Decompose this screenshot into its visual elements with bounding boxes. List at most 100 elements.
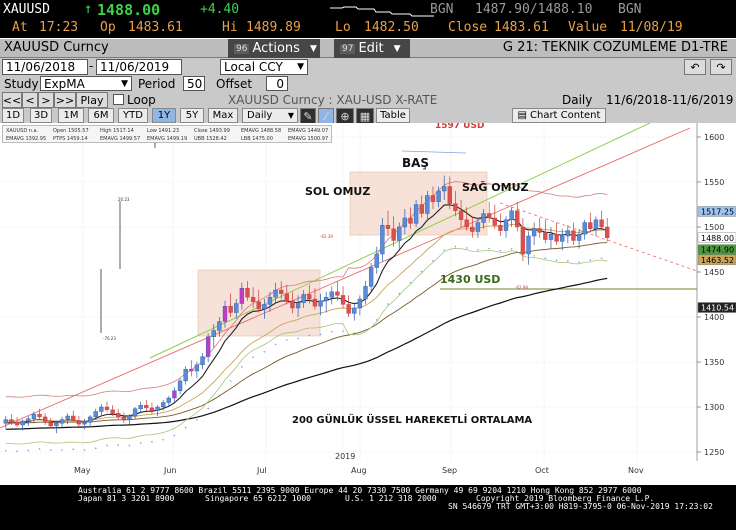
ptps-dot (38, 448, 41, 450)
bgn-label: BGN (430, 2, 454, 17)
range-5y[interactable]: 5Y (180, 108, 204, 123)
candle-body (605, 226, 610, 239)
edit-menu[interactable]: 97 Edit ▼ (334, 39, 410, 58)
dropdown-arrow-icon: ▼ (121, 79, 128, 89)
candle-body (301, 294, 306, 303)
high-label: Hi (222, 20, 238, 35)
zoom-icon[interactable]: ⊕ (336, 108, 354, 124)
play-button[interactable]: Play (76, 92, 108, 108)
range-3d[interactable]: 3D (30, 108, 52, 123)
range-6m[interactable]: 6M (88, 108, 114, 123)
undo-button[interactable]: ↶ (684, 59, 706, 75)
measure-label-b: -62.98 (515, 285, 528, 290)
offset-label: Offset (216, 77, 253, 91)
ptps-dot (184, 426, 187, 429)
edit-label: Edit (358, 41, 384, 56)
ptps-dot (465, 247, 468, 249)
measure-down-label: -70.23 (103, 336, 116, 341)
candle-body (492, 217, 497, 226)
period-select-value: Daily (247, 110, 273, 121)
footer-singapore: Singapore 65 6212 1000 (205, 494, 311, 503)
fast-forward-button[interactable]: >> (54, 92, 76, 108)
range-1m[interactable]: 1M (58, 108, 84, 123)
measure-label-a: -62.39 (320, 234, 333, 239)
draw-tool-icon[interactable]: ✎ (300, 108, 316, 124)
legend-item: Close 1493.99 (194, 128, 230, 134)
candle-body (374, 253, 379, 268)
loop-checkbox[interactable] (113, 94, 124, 105)
legend-item: EMAVG 1499.19 (147, 136, 188, 142)
actions-num: 96 (234, 43, 250, 54)
period-field[interactable]: 50 (183, 76, 205, 91)
edit-num: 97 (340, 43, 356, 54)
chart-content-button[interactable]: ▤ Chart Content (512, 108, 606, 123)
ptps-dot (5, 449, 7, 452)
ptps-dot (477, 249, 479, 251)
candle-body (20, 421, 25, 426)
step-forward-button[interactable]: > (38, 92, 54, 108)
start-date-field[interactable]: 11/06/2018 (2, 59, 88, 75)
ptps-dot (488, 247, 490, 250)
measure-up-label: 20.23 (118, 197, 130, 202)
price-chart[interactable]: 1250 1300 1350 1400 1450 1500 1550 1600 May Jun J… (0, 123, 736, 485)
rewind-start-button[interactable]: << (2, 92, 22, 108)
step-back-button[interactable]: < (22, 92, 38, 108)
candle-body (543, 232, 548, 240)
price-change: +4.40 (200, 2, 240, 17)
study-select[interactable]: ExpMA ▼ (40, 76, 132, 91)
x-tick-label: Jun (163, 466, 177, 475)
table-button[interactable]: Table (376, 108, 410, 123)
ptps-dot (409, 281, 412, 284)
ptps-dot (61, 449, 63, 451)
range-ytd[interactable]: YTD (118, 108, 148, 123)
ticker-row-1: XAUUSD ↑ 1488.00 +4.40 BGN 1487.90/1488.… (0, 0, 736, 19)
bgn-label-2: BGN (618, 2, 642, 17)
chart-legend[interactable]: XAUUSD n.a. Open 1505.57 High 1517.14 Low 1… (2, 125, 332, 143)
candle-body (256, 301, 261, 310)
candle-body (132, 408, 138, 417)
ptps-dot (106, 444, 108, 447)
candle-body (408, 217, 413, 224)
candle-body (295, 302, 301, 309)
ptps-dot (49, 449, 52, 451)
candle-body (385, 224, 391, 229)
candle-body (31, 414, 37, 419)
security-title: XAUUSD Curncy (4, 40, 109, 55)
ptps-dot (375, 319, 378, 321)
range-1d[interactable]: 1D (2, 108, 24, 123)
candle-body (155, 406, 160, 411)
legend-item: EMAVG 1392.95 (6, 136, 47, 142)
candle-body (340, 295, 346, 305)
range-1y[interactable]: 1Y (152, 108, 176, 123)
candle-body (222, 305, 228, 322)
footer: Australia 61 2 9777 8600 Brazil 5511 239… (0, 485, 736, 530)
currency-select[interactable]: Local CCY ▼ (220, 59, 308, 75)
range-max[interactable]: Max (208, 108, 238, 123)
candle-body (284, 293, 289, 302)
line-tool-icon[interactable]: ⁄ (318, 108, 334, 124)
redo-button[interactable]: ↷ (710, 59, 732, 75)
grid-icon[interactable]: ▦ (356, 108, 374, 124)
up-arrow-icon: ↑ (84, 1, 93, 17)
candle-body (430, 195, 436, 203)
date-controls: 11/06/2018 - 11/06/2019 Local CCY ▼ ↶ ↷ (0, 58, 736, 76)
ptps-dot (330, 330, 333, 333)
candle-body (144, 405, 149, 409)
candle-body (9, 419, 14, 423)
ptps-dot (139, 442, 142, 444)
candle-body (228, 305, 233, 313)
legend-item: XAUUSD n.a. (6, 128, 39, 134)
actions-menu[interactable]: 96 Actions ▼ (228, 39, 320, 58)
candle-body (59, 419, 65, 424)
bid-ask: 1487.90/1488.10 (475, 2, 593, 17)
price-tag-label: 1488.00 (701, 234, 734, 243)
date-separator: - (89, 59, 94, 73)
candle-body (436, 190, 441, 203)
candle-body (37, 414, 42, 418)
ptps-dot (600, 257, 603, 260)
offset-field[interactable]: 0 (266, 76, 288, 91)
y-tick-label: 1350 (704, 358, 724, 367)
period-select[interactable]: Daily ▼ (242, 108, 298, 123)
chart-content-label: Chart Content (530, 110, 601, 121)
end-date-field[interactable]: 11/06/2019 (96, 59, 182, 75)
